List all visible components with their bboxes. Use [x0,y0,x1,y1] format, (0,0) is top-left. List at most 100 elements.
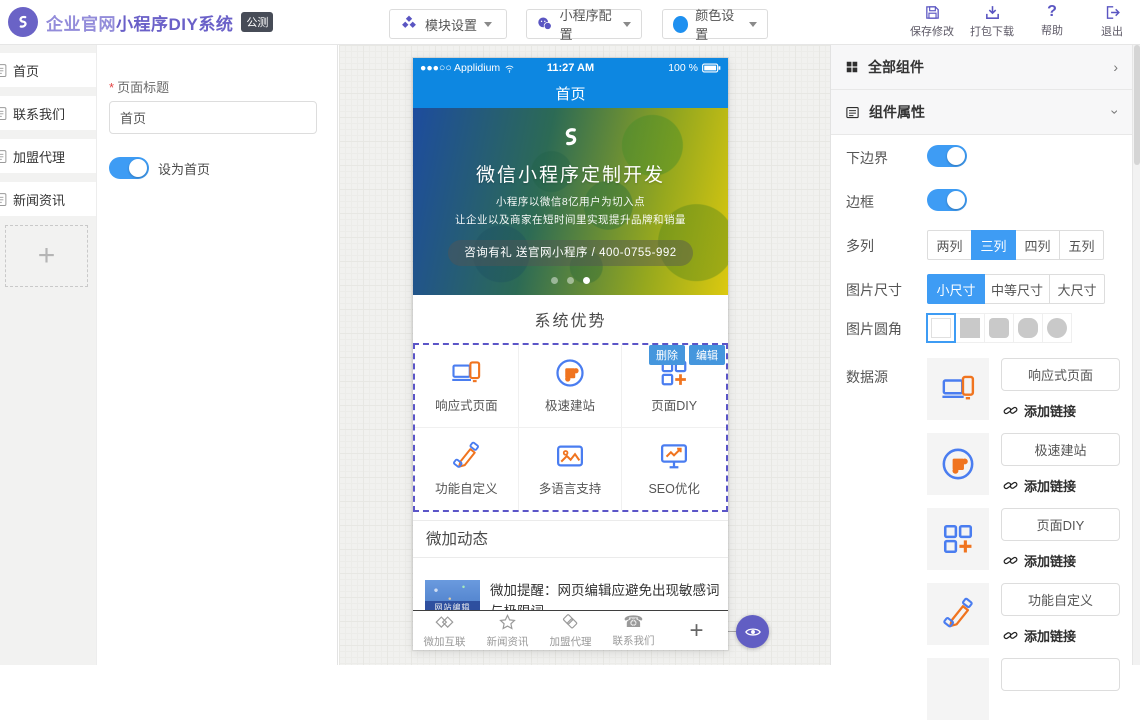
columns-segmented-control: 两列 三列 四列 五列 [927,230,1104,260]
preview-button[interactable] [736,615,769,648]
page-icon [0,149,9,164]
carousel-dot[interactable] [551,277,558,284]
banner-title: 微信小程序定制开发 [476,160,665,187]
radius-option-circle[interactable] [1042,313,1072,343]
tab-agency[interactable]: 加盟代理 [539,611,602,650]
banner-cta-pill[interactable]: 咨询有礼 送官网小程序 / 400-0755-992 [448,240,692,266]
grid-item-responsive[interactable]: 响应式页面 [415,345,519,428]
scrollbar-thumb[interactable] [1134,45,1140,165]
datasource-title-input[interactable] [1001,508,1120,541]
bottom-border-toggle[interactable] [927,145,967,167]
datasource-title-input[interactable] [1001,583,1120,616]
color-settings-menu[interactable]: 颜色设置 [662,9,768,39]
columns-option-3-selected[interactable]: 三列 [971,230,1016,260]
component-props-header[interactable]: 组件属性 › [831,90,1132,135]
border-label: 边框 [846,192,874,212]
sidebar-item-news[interactable]: 新闻资讯 [0,182,96,216]
page-title-input[interactable] [109,101,317,134]
grid-item-fast-build[interactable]: 极速建站 [519,345,623,428]
add-link-button[interactable]: 添加链接 [1003,551,1076,570]
set-home-label: 设为首页 [158,159,210,178]
radius-option-round[interactable] [1013,313,1043,343]
datasource-item-responsive: 添加链接 [927,358,1120,420]
page-form-panel: *页面标题 设为首页 [96,45,338,665]
tab-contact[interactable]: ☎ 联系我们 [602,611,665,650]
add-link-button[interactable]: 添加链接 [1003,626,1076,645]
exit-label: 退出 [1101,23,1123,39]
border-toggle[interactable] [927,189,967,211]
sidebar-item-contact[interactable]: 联系我们 [0,96,96,130]
image-icon [555,441,585,471]
add-link-button[interactable]: 添加链接 [1003,401,1076,420]
save-icon [924,4,941,21]
miniprogram-icon [537,15,553,33]
columns-option-2[interactable]: 两列 [927,230,972,260]
grid-item-multilang[interactable]: 多语言支持 [519,428,623,511]
chain-link-icon [1003,478,1018,493]
help-button[interactable]: ? 帮助 [1030,4,1074,39]
color-settings-label: 颜色设置 [695,5,742,43]
advantage-grid-component[interactable]: 响应式页面 极速建站 页面DIY 功能自定义 多语言支持 SEO优化 [413,343,728,512]
banner-logo-icon [558,124,584,150]
datasource-title-input[interactable] [1001,358,1120,391]
add-link-button[interactable]: 添加链接 [1003,476,1076,495]
required-mark: * [109,80,114,95]
image-size-segmented-control: 小尺寸 中等尺寸 大尺寸 [927,274,1105,304]
color-circle-icon [673,16,688,33]
datasource-title-input[interactable] [1001,658,1120,691]
sidebar-item-agency[interactable]: 加盟代理 [0,139,96,173]
columns-label: 多列 [846,236,874,256]
exit-button[interactable]: 退出 [1090,4,1134,39]
tab-add[interactable]: + [665,611,728,650]
save-button[interactable]: 保存修改 [910,4,954,39]
sidebar-item-home[interactable]: 首页 [0,53,96,87]
chevron-down-icon: › [1108,110,1124,115]
carousel-dot-active[interactable] [583,277,590,284]
responsive-icon [451,358,481,388]
miniprogram-config-menu[interactable]: 小程序配置 [526,9,642,39]
chain-link-icon [1003,403,1018,418]
radius-option-none-selected[interactable] [926,313,956,343]
set-home-toggle[interactable] [109,157,149,179]
image-size-medium[interactable]: 中等尺寸 [984,274,1050,304]
banner-carousel[interactable]: 微信小程序定制开发 小程序以微信8亿用户为切入点 让企业以及商家在短时间里实现提… [413,108,728,295]
wifi-icon [504,63,515,74]
carousel-dots[interactable] [551,277,590,284]
tab-weijia-hulian[interactable]: 微加互联 [413,611,476,650]
grid-item-custom-function[interactable]: 功能自定义 [415,428,519,511]
module-settings-label: 模块设置 [425,15,477,34]
add-page-button[interactable]: + [5,225,88,287]
chain-link-icon [1003,553,1018,568]
module-settings-menu[interactable]: 模块设置 [389,9,507,39]
edit-badge-button[interactable]: 编辑 [689,345,725,365]
grid-item-label: SEO优化 [648,478,699,497]
phone-preview: 11:27 AM ●●●○○ Applidium 100 % 首页 微信小程序定… [413,58,728,650]
columns-option-4[interactable]: 四列 [1015,230,1060,260]
datasource-item-partial [927,658,1120,720]
image-size-small-selected[interactable]: 小尺寸 [927,274,985,304]
phone-nav-bar: 首页 [413,78,728,108]
image-size-large[interactable]: 大尺寸 [1049,274,1105,304]
tab-label: 新闻资讯 [487,634,529,649]
tags-icon [561,613,580,632]
eye-icon [744,623,762,641]
radius-option-small-round[interactable] [984,313,1014,343]
download-package-button[interactable]: 打包下载 [970,4,1014,39]
all-components-header[interactable]: 全部组件 › [831,45,1132,90]
carousel-dot[interactable] [567,277,574,284]
columns-option-5[interactable]: 五列 [1059,230,1104,260]
delete-badge-button[interactable]: 删除 [649,345,685,365]
tab-news[interactable]: 新闻资讯 [476,611,539,650]
page-list-sidebar: 首页 联系我们 加盟代理 新闻资讯 + [0,45,96,665]
brand: 企业官网小程序DIY系统 公测 [8,7,273,37]
radius-option-square[interactable] [955,313,985,343]
header-actions: 保存修改 打包下载 ? 帮助 退出 [910,4,1134,39]
scrollbar[interactable] [1132,45,1140,665]
sidebar-item-label: 加盟代理 [13,147,65,166]
datasource-title-input[interactable] [1001,433,1120,466]
add-link-label: 添加链接 [1024,476,1076,495]
tab-label: 联系我们 [613,633,655,648]
beta-badge: 公测 [241,12,273,32]
grid-item-seo[interactable]: SEO优化 [622,428,726,511]
chevron-down-icon [484,22,492,27]
